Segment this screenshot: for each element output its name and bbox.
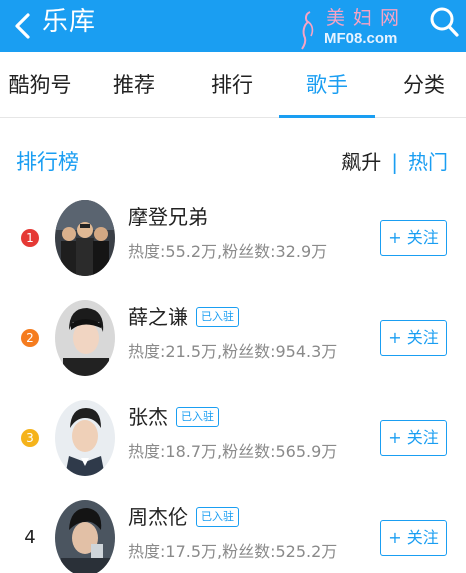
watermark-logo: 美妇网 MF08.com (296, 6, 426, 50)
tab-singers-label: 歌手 (306, 73, 348, 97)
tab-recommend[interactable]: 推荐 (94, 52, 174, 118)
watermark-figure-icon (301, 11, 314, 50)
artist-name[interactable]: 薛之谦 (128, 302, 188, 332)
artist-stats: 热度:55.2万,粉丝数:32.9万 (128, 242, 328, 261)
avatar[interactable] (55, 500, 115, 573)
watermark-en-text: MF08.com (324, 30, 398, 47)
page-title: 乐库 (42, 7, 97, 37)
rank-number: 4 (24, 527, 36, 548)
settled-badge: 已入驻 (176, 407, 219, 427)
follow-button[interactable]: + 关注 (380, 320, 447, 356)
tab-kugou-hao[interactable]: 酷狗号 (0, 52, 80, 118)
artist-stats: 热度:18.7万,粉丝数:565.9万 (128, 442, 338, 461)
portrait-photo-icon (55, 400, 115, 476)
follow-button[interactable]: + 关注 (380, 220, 447, 256)
settled-badge: 已入驻 (196, 507, 239, 527)
artist-row[interactable]: 4 周杰伦 已入驻 热度:17.5万,粉丝数:525.2万 + 关注 (0, 490, 466, 573)
name-line: 摩登兄弟 (128, 202, 208, 232)
portrait-photo-icon (55, 500, 115, 573)
artist-stats: 热度:17.5万,粉丝数:525.2万 (128, 542, 338, 561)
tab-ranking[interactable]: 排行 (190, 52, 274, 118)
settled-badge: 已入驻 (196, 307, 239, 327)
follow-button[interactable]: + 关注 (380, 520, 447, 556)
tab-category[interactable]: 分类 (384, 52, 464, 118)
avatar[interactable] (55, 200, 115, 276)
name-line: 张杰 已入驻 (128, 402, 219, 432)
search-button[interactable] (428, 4, 460, 40)
avatar[interactable] (55, 400, 115, 476)
tab-bar: 酷狗号 推荐 排行 歌手 分类 (0, 52, 466, 118)
chevron-left-icon (15, 13, 30, 39)
artist-stats: 热度:21.5万,粉丝数:954.3万 (128, 342, 338, 361)
group-photo-icon (55, 200, 115, 276)
ranking-title: 排行榜 (16, 150, 79, 174)
avatar[interactable] (55, 300, 115, 376)
artist-row[interactable]: 1 摩登兄弟 热度:55.2万,粉丝数:32.9万 + 关注 (0, 190, 466, 290)
sort-hot[interactable]: 热门 (408, 150, 448, 174)
portrait-photo-icon (55, 300, 115, 376)
artist-name[interactable]: 摩登兄弟 (128, 202, 208, 232)
artist-row[interactable]: 2 薛之谦 已入驻 热度:21.5万,粉丝数:954.3万 + 关注 (0, 290, 466, 390)
artist-name[interactable]: 周杰伦 (128, 502, 188, 532)
rank-badge: 2 (21, 329, 39, 347)
name-line: 周杰伦 已入驻 (128, 502, 239, 532)
sort-switch: 飙升 | 热门 (341, 148, 448, 176)
artist-row[interactable]: 3 张杰 已入驻 热度:18.7万,粉丝数:565.9万 + 关注 (0, 390, 466, 490)
artist-name[interactable]: 张杰 (128, 402, 168, 432)
search-icon (430, 7, 459, 37)
name-line: 薛之谦 已入驻 (128, 302, 239, 332)
rank-badge: 3 (21, 429, 39, 447)
top-app-bar: 乐库 美妇网 MF08.com (0, 0, 466, 52)
rank-badge: 1 (21, 229, 39, 247)
watermark-cn-text: 美妇网 (326, 7, 408, 29)
follow-button[interactable]: + 关注 (380, 420, 447, 456)
sort-separator: | (391, 150, 398, 174)
back-button[interactable] (8, 8, 40, 44)
sort-rising[interactable]: 飙升 (341, 150, 381, 174)
tab-singers[interactable]: 歌手 (279, 52, 375, 118)
ranking-header: 排行榜 飙升 | 热门 (0, 118, 466, 198)
